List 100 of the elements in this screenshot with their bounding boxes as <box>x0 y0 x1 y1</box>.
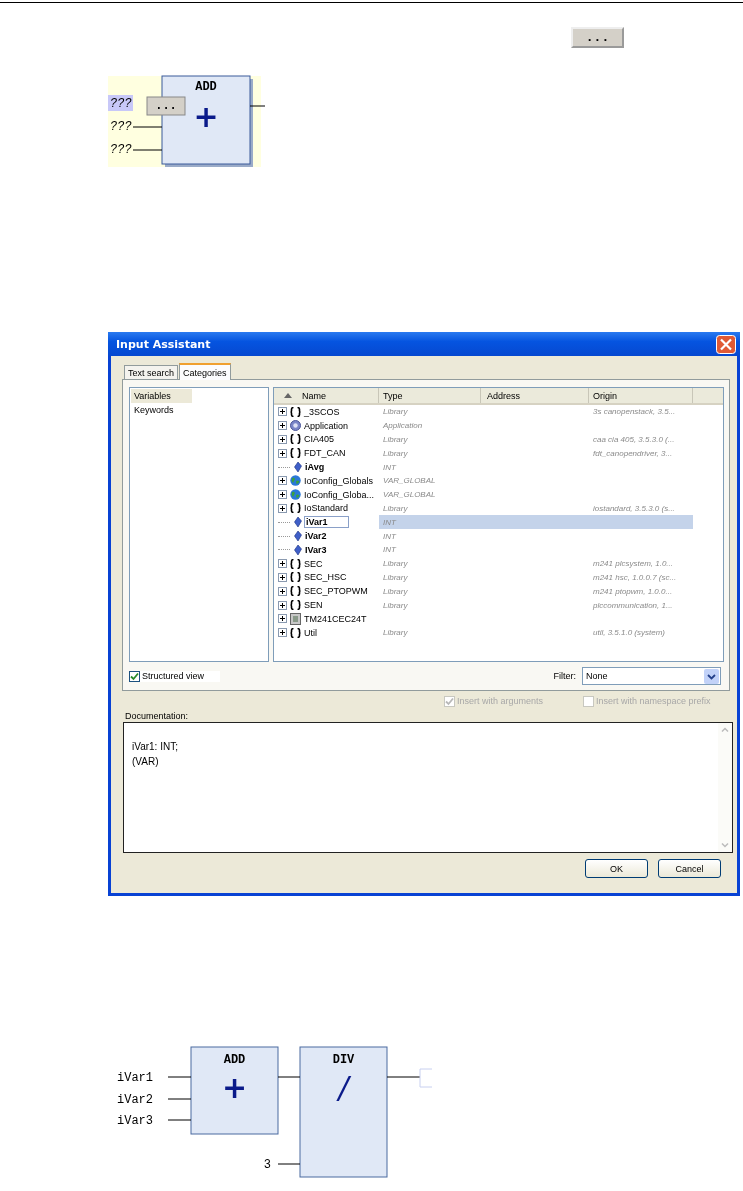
origin-cell-text: plccommunication, 1... <box>592 600 674 610</box>
braces-icon <box>290 503 301 514</box>
checkbox-label: Structured view <box>142 671 205 681</box>
tree-item[interactable]: SEN <box>304 600 323 611</box>
tree-item[interactable]: SEC <box>304 558 323 569</box>
expand-icon[interactable] <box>278 559 287 569</box>
tree-item[interactable]: SEC_HSC <box>304 572 347 583</box>
connection-line <box>277 1076 301 1078</box>
category-item[interactable]: Keywords <box>131 403 192 417</box>
type-cell-text: Library <box>382 503 409 513</box>
tree-item[interactable]: SEC_PTOPWM <box>304 586 368 597</box>
type-cell-text: Library <box>382 559 409 569</box>
output-line <box>249 105 266 107</box>
device-icon <box>290 612 301 625</box>
close-icon[interactable] <box>716 334 736 354</box>
tree-item[interactable]: TM241CEC24T <box>304 613 367 624</box>
input-line <box>167 1098 192 1100</box>
expand-icon[interactable] <box>278 476 287 486</box>
input-line <box>167 1076 192 1078</box>
type-cell-text: Library <box>382 448 409 458</box>
expand-icon[interactable] <box>278 572 287 582</box>
dialog-button[interactable]: OK <box>585 859 648 878</box>
type-cell-text: Library <box>382 628 409 638</box>
tree-item[interactable]: CIA405 <box>304 434 335 445</box>
documentation-label: Documentation: <box>124 711 190 722</box>
input-constant: 3 <box>263 1158 271 1172</box>
block-title: ADD <box>223 1053 246 1067</box>
checkbox-label: Insert with arguments <box>457 696 544 706</box>
expand-icon[interactable] <box>278 407 287 417</box>
type-cell-text: VAR_GLOBAL <box>382 490 437 500</box>
tree-item[interactable]: iVar1 <box>304 516 349 529</box>
window-title: Input Assistant <box>116 337 211 351</box>
tree-item[interactable]: _3SCOS <box>304 406 340 417</box>
tree-item[interactable]: Application <box>304 420 349 431</box>
expand-icon[interactable] <box>278 490 287 500</box>
tree-item[interactable]: IoConfig_Globa... <box>304 489 375 500</box>
block-operator: + <box>221 1070 248 1105</box>
column-header[interactable]: Name <box>274 388 379 403</box>
origin-cell-text: caa cia 405, 3.5.3.0 (... <box>592 435 676 444</box>
input-variable: iVar2 <box>117 1093 153 1107</box>
braces-icon <box>290 406 301 417</box>
column-header[interactable]: Type <box>379 388 481 403</box>
type-cell-text: VAR_GLOBAL <box>382 476 437 486</box>
block-operator: + <box>193 99 219 134</box>
column-header[interactable]: Address <box>481 388 589 403</box>
type-cell-text: INT <box>382 462 397 472</box>
type-cell-text: INT <box>382 531 397 541</box>
filter-dropdown[interactable]: None <box>582 667 721 685</box>
block-operator: / <box>338 1070 349 1105</box>
origin-cell-text: m241 ptopwm, 1.0.0... <box>592 586 674 596</box>
input-line <box>277 1163 301 1165</box>
expand-icon[interactable] <box>278 628 287 638</box>
tree-item[interactable]: Util <box>304 627 317 638</box>
tree-item[interactable]: iAvg <box>305 462 325 473</box>
input-variable: iVar1 <box>117 1071 153 1085</box>
expand-icon[interactable] <box>278 600 287 610</box>
ellipsis-button[interactable]: ... <box>146 96 186 116</box>
input-line <box>167 1119 192 1121</box>
tree-item[interactable]: FDT_CAN <box>304 448 346 459</box>
origin-cell-text: util, 3.5.1.0 (system) <box>592 628 667 638</box>
origin-cell-text: 3s canopenstack, 3.5... <box>592 407 677 417</box>
input-line <box>132 126 163 128</box>
expand-icon[interactable] <box>278 421 287 431</box>
documentation-line: iVar1: INT; <box>132 740 179 754</box>
input-label[interactable]: ??? <box>108 95 133 111</box>
type-cell-text: INT <box>382 545 397 555</box>
tree-item[interactable]: IVar3 <box>305 544 327 555</box>
tree-item[interactable]: IoStandard <box>304 503 349 514</box>
expand-icon[interactable] <box>278 614 287 624</box>
origin-cell-text: m241 hsc, 1.0.0.7 (sc... <box>592 572 678 582</box>
braces-icon <box>290 586 301 597</box>
globe-icon <box>290 475 301 487</box>
variable-icon <box>294 544 302 555</box>
input-variable: iVar3 <box>117 1114 153 1128</box>
expand-icon[interactable] <box>278 586 287 596</box>
tree-item[interactable]: iVar2 <box>305 531 327 542</box>
documentation-line: (VAR) <box>132 755 160 769</box>
structured-view-checkbox[interactable]: Structured view <box>129 670 221 682</box>
globe-icon <box>290 489 301 501</box>
ellipsis-button[interactable]: ... <box>571 27 624 48</box>
dialog-button[interactable]: Cancel <box>658 859 721 878</box>
filter-label: Filter: <box>553 671 576 681</box>
type-cell-text: Library <box>382 572 409 582</box>
braces-icon <box>290 434 301 445</box>
checkbox-label: Insert with namespace prefix <box>596 696 711 706</box>
checkbox[interactable] <box>129 670 140 682</box>
output-box <box>419 1068 433 1088</box>
input-label[interactable]: ??? <box>110 143 132 157</box>
tree-item[interactable]: IoConfig_Globals <box>304 475 374 486</box>
variable-icon <box>294 531 302 542</box>
tab[interactable]: Categories <box>179 363 231 380</box>
input-line <box>132 149 163 151</box>
expand-icon[interactable] <box>278 448 287 458</box>
block-title: DIV <box>332 1053 355 1067</box>
expand-icon[interactable] <box>278 503 287 513</box>
category-item[interactable]: Variables <box>131 389 192 403</box>
input-label[interactable]: ??? <box>110 120 132 134</box>
column-header[interactable]: Origin <box>589 388 693 403</box>
tab[interactable]: Text search <box>124 365 179 379</box>
expand-icon[interactable] <box>278 435 287 444</box>
